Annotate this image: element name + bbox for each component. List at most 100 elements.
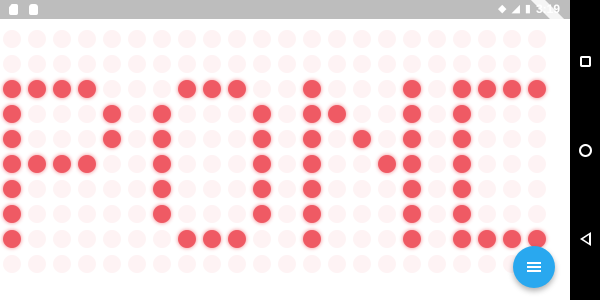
led-dot-on	[153, 180, 171, 198]
led-dot-off	[528, 130, 546, 148]
led-dot-off	[278, 155, 296, 173]
led-dot-on	[3, 80, 21, 98]
led-dot-off	[353, 230, 371, 248]
led-dot-off	[178, 180, 196, 198]
led-dot-off	[103, 30, 121, 48]
led-dot-off	[253, 80, 271, 98]
led-dot-off	[453, 30, 471, 48]
led-dot-off	[78, 105, 96, 123]
led-dot-off	[378, 105, 396, 123]
led-dot-on	[378, 155, 396, 173]
led-dot-off	[328, 80, 346, 98]
led-dot-off	[228, 30, 246, 48]
led-dot-on	[178, 230, 196, 248]
led-dot-off	[128, 255, 146, 273]
led-dot-on	[303, 205, 321, 223]
led-dot-on	[3, 230, 21, 248]
led-dot-off	[478, 105, 496, 123]
led-dot-off	[428, 155, 446, 173]
led-dot-on	[478, 230, 496, 248]
led-dot-off	[328, 230, 346, 248]
led-dot-off	[378, 205, 396, 223]
led-dot-on	[153, 205, 171, 223]
back-button[interactable]	[576, 230, 594, 248]
led-dot-on	[153, 155, 171, 173]
led-dot-off	[378, 255, 396, 273]
led-dot-off	[103, 205, 121, 223]
led-dot-off	[103, 180, 121, 198]
led-dot-off	[203, 205, 221, 223]
led-dot-on	[228, 80, 246, 98]
led-dot-on	[153, 105, 171, 123]
led-dot-off	[453, 55, 471, 73]
led-dot-off	[128, 155, 146, 173]
led-dot-off	[178, 30, 196, 48]
led-dot-off	[53, 180, 71, 198]
led-dot-off	[403, 55, 421, 73]
led-dot-off	[53, 205, 71, 223]
led-dot-off	[503, 205, 521, 223]
led-dot-on	[78, 80, 96, 98]
led-dot-on	[3, 130, 21, 148]
led-dot-off	[278, 105, 296, 123]
led-dot-on	[303, 155, 321, 173]
led-dot-off	[203, 180, 221, 198]
led-dot-off	[53, 230, 71, 248]
led-dot-off	[353, 105, 371, 123]
led-dot-off	[453, 255, 471, 273]
led-dot-off	[128, 80, 146, 98]
led-dot-off	[103, 80, 121, 98]
led-dot-on	[153, 130, 171, 148]
led-dot-on	[103, 130, 121, 148]
led-dot-on	[403, 80, 421, 98]
led-dot-off	[328, 255, 346, 273]
led-dot-off	[478, 55, 496, 73]
led-dot-on	[303, 130, 321, 148]
led-dot-off	[503, 30, 521, 48]
led-dot-off	[303, 30, 321, 48]
led-dot-off	[228, 130, 246, 148]
led-dot-off	[328, 155, 346, 173]
led-dot-off	[28, 55, 46, 73]
led-dot-off	[28, 130, 46, 148]
led-dot-off	[78, 180, 96, 198]
led-dot-off	[253, 230, 271, 248]
led-dot-off	[478, 205, 496, 223]
led-dot-off	[153, 55, 171, 73]
led-dot-off	[228, 255, 246, 273]
led-dot-off	[353, 255, 371, 273]
led-dot-off	[528, 205, 546, 223]
led-dot-off	[53, 255, 71, 273]
led-dot-off	[278, 205, 296, 223]
led-dot-off	[378, 230, 396, 248]
led-dot-off	[428, 105, 446, 123]
led-dot-off	[378, 55, 396, 73]
led-dot-off	[28, 30, 46, 48]
led-dot-off	[128, 205, 146, 223]
status-bar: ◆ ◢ ▮ 3:19	[0, 0, 582, 44]
led-dot-off	[253, 255, 271, 273]
led-dot-off	[178, 105, 196, 123]
led-dot-off	[203, 55, 221, 73]
led-dot-off	[528, 105, 546, 123]
led-dot-off	[28, 180, 46, 198]
recents-button[interactable]	[576, 52, 594, 70]
led-dot-off	[278, 30, 296, 48]
home-button[interactable]	[576, 141, 594, 159]
led-dot-off	[378, 30, 396, 48]
led-dot-off	[428, 205, 446, 223]
menu-button[interactable]	[513, 246, 555, 288]
led-dot-off	[178, 255, 196, 273]
led-dot-off	[353, 55, 371, 73]
led-dot-on	[178, 80, 196, 98]
led-dot-off	[103, 255, 121, 273]
led-dot-off	[478, 180, 496, 198]
led-dot-off	[478, 30, 496, 48]
led-dot-on	[453, 180, 471, 198]
led-dot-on	[528, 80, 546, 98]
led-dot-off	[278, 80, 296, 98]
battery-icon: ▮	[524, 3, 531, 15]
navigation-bar	[570, 0, 600, 300]
led-dot-off	[53, 55, 71, 73]
led-dot-off	[428, 80, 446, 98]
